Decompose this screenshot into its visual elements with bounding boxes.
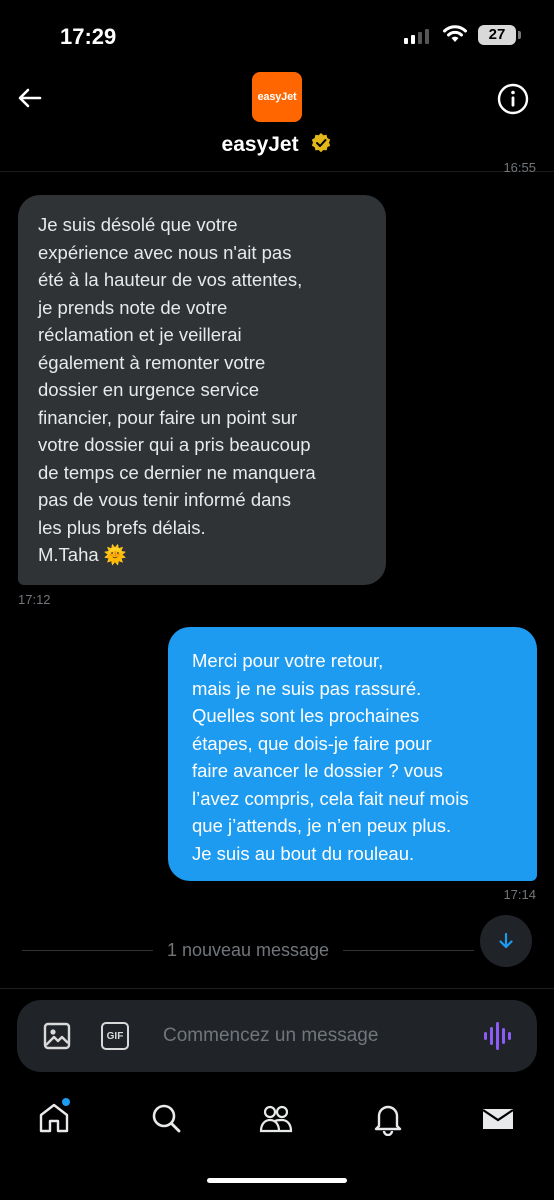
signal-icon	[404, 28, 429, 44]
composer-divider	[0, 988, 554, 989]
tab-home[interactable]	[36, 1098, 72, 1136]
avatar-logo-text: easyJet	[257, 91, 297, 103]
message-input[interactable]	[163, 1016, 463, 1056]
conversation-name[interactable]: easyJet	[0, 132, 554, 157]
scroll-to-bottom-button[interactable]	[480, 915, 532, 967]
tab-messages[interactable]	[480, 1100, 516, 1136]
voice-message-icon[interactable]	[483, 1020, 513, 1052]
tab-notifications[interactable]	[370, 1100, 406, 1137]
envelope-icon	[482, 1109, 514, 1129]
avatar[interactable]: easyJet	[252, 72, 302, 122]
bell-icon	[374, 1105, 402, 1137]
search-icon	[152, 1104, 181, 1133]
back-arrow-icon[interactable]	[14, 82, 46, 114]
tab-communities[interactable]	[258, 1100, 294, 1136]
message-timestamp: 17:12	[18, 592, 51, 607]
outgoing-message-bubble[interactable]: Merci pour votre retour, mais je ne suis…	[168, 627, 537, 881]
image-icon[interactable]	[43, 1022, 71, 1050]
conversation-header: easyJet easyJet	[0, 60, 554, 172]
divider-line	[343, 949, 474, 951]
new-message-divider: 1 nouveau message	[22, 938, 474, 962]
incoming-message-bubble[interactable]: Je suis désolé que votre expérience avec…	[18, 195, 386, 585]
message-timestamp: 17:14	[503, 887, 536, 902]
notification-dot	[62, 1098, 70, 1106]
info-icon[interactable]	[496, 82, 530, 116]
message-composer: GIF	[17, 1000, 537, 1072]
verified-badge-icon	[312, 133, 331, 153]
gif-icon[interactable]: GIF	[101, 1022, 129, 1050]
tab-search[interactable]	[148, 1100, 184, 1136]
wifi-icon	[443, 25, 467, 42]
communities-icon	[259, 1105, 293, 1133]
divider-line	[22, 949, 153, 951]
bottom-tab-bar	[0, 1090, 554, 1150]
arrow-down-icon	[499, 932, 513, 949]
conversation-name-text: easyJet	[221, 133, 299, 156]
home-indicator	[207, 1178, 347, 1183]
battery-icon: 27	[478, 25, 521, 45]
new-message-label: 1 nouveau message	[166, 939, 330, 960]
status-time: 17:29	[60, 24, 117, 49]
partial-timestamp: 16:55	[503, 160, 536, 175]
